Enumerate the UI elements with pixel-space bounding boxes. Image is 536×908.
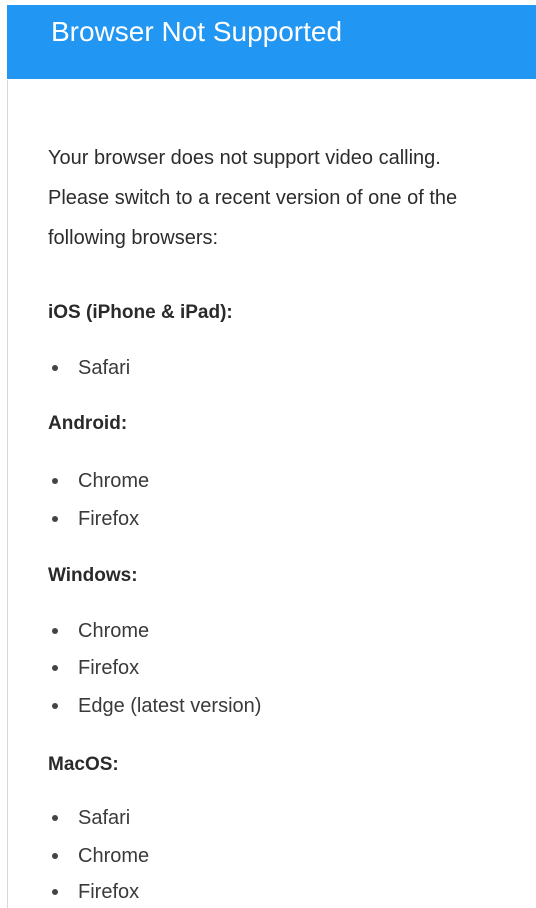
section-heading-windows: Windows:: [48, 565, 138, 586]
bullet-icon: [52, 628, 58, 634]
list-item-macos-chrome: Chrome: [48, 841, 149, 871]
browser-label: Safari: [78, 807, 131, 829]
list-item-ios-safari: Safari: [48, 353, 130, 383]
section-heading-ios: iOS (iPhone & iPad):: [48, 302, 233, 323]
bullet-icon: [52, 889, 58, 895]
header-bar: Browser Not Supported: [7, 5, 536, 79]
switch-browser-instruction: Please switch to a recent version of one…: [48, 187, 458, 249]
browser-label: Chrome: [78, 470, 150, 492]
bullet-icon: [52, 365, 58, 371]
list-item-android-firefox: Firefox: [48, 504, 139, 534]
browser-not-supported-page: Browser Not Supported Your browser does …: [0, 0, 536, 908]
browser-label: Chrome: [78, 845, 150, 867]
list-item-android-chrome: Chrome: [48, 466, 149, 496]
browser-label: Firefox: [78, 657, 140, 679]
list-item-windows-firefox: Firefox: [48, 653, 139, 683]
browser-label: Firefox: [78, 881, 140, 903]
bullet-icon: [52, 853, 58, 859]
section-heading-android: Android:: [48, 413, 128, 434]
bullet-icon: [52, 478, 58, 484]
section-heading-macos: MacOS:: [48, 754, 119, 775]
bullet-icon: [52, 703, 58, 709]
list-item-macos-safari: Safari: [48, 803, 130, 833]
page-title: Browser Not Supported: [51, 16, 343, 47]
browser-label: Safari: [78, 357, 131, 379]
list-item-windows-edge: Edge (latest version): [48, 691, 261, 721]
browser-label: Chrome: [78, 620, 150, 642]
browser-label: Firefox: [78, 508, 140, 530]
unsupported-message: Your browser does not support video call…: [48, 147, 441, 169]
bullet-icon: [52, 815, 58, 821]
bullet-icon: [52, 665, 58, 671]
list-item-windows-chrome: Chrome: [48, 616, 149, 646]
bullet-icon: [52, 516, 58, 522]
list-item-macos-firefox: Firefox: [48, 877, 139, 907]
browser-label: Edge (latest version): [78, 695, 262, 717]
content-border: [7, 80, 8, 908]
